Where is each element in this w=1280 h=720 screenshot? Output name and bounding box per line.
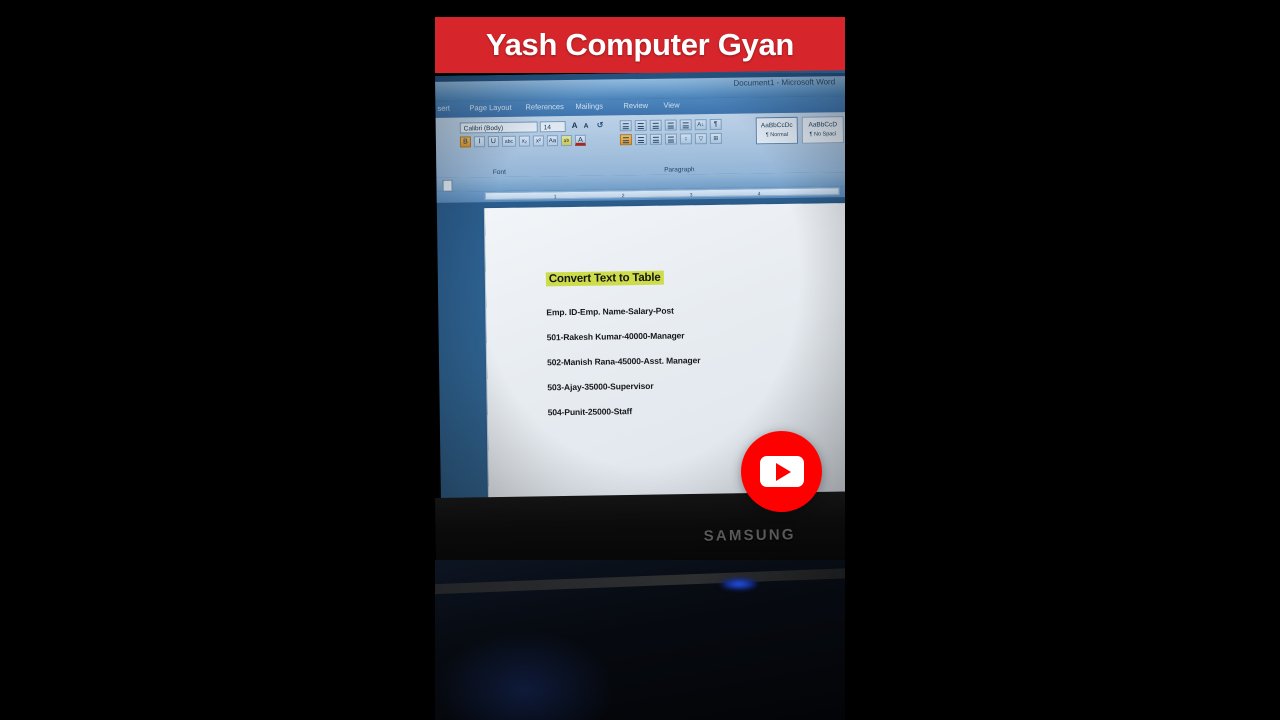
power-led-icon	[720, 578, 758, 590]
subscript-button[interactable]: x₂	[518, 135, 531, 147]
ruler-tick-3: 3	[689, 191, 693, 198]
change-case-button[interactable]: Aa	[546, 135, 559, 147]
multilevel-list-button[interactable]	[649, 119, 662, 131]
document-line-1: Emp. ID-Emp. Name-Salary-Post	[546, 305, 674, 318]
paragraph-row-bottom: ↕ ▽ ⊞	[619, 132, 722, 146]
document-line-4: 503-Ajay-35000-Supervisor	[547, 380, 654, 393]
clear-formatting-icon[interactable]: ↺	[597, 121, 604, 130]
document-icon	[442, 179, 453, 192]
document-line-5: 504-Punit-25000-Staff	[547, 406, 633, 418]
paragraph-group-label: Paragraph	[664, 166, 695, 174]
numbering-button[interactable]	[634, 119, 647, 132]
superscript-button[interactable]: x²	[532, 135, 545, 147]
shrink-font-icon[interactable]: A	[584, 123, 589, 130]
channel-banner-text: Yash Computer Gyan	[485, 27, 795, 62]
show-formatting-marks-button[interactable]: ¶	[709, 118, 722, 131]
desk-area	[435, 560, 845, 720]
document-heading: Convert Text to Table	[545, 270, 664, 287]
borders-button[interactable]: ⊞	[709, 132, 722, 145]
ruler-tick-2: 2	[621, 192, 625, 199]
channel-banner: Yash Computer Gyan	[435, 17, 845, 73]
grow-font-icon[interactable]: A	[572, 121, 578, 130]
style-no-spacing-label: ¶ No Spaci	[809, 131, 837, 138]
tab-references[interactable]: References	[525, 102, 563, 112]
tab-page-layout[interactable]: Page Layout	[469, 103, 511, 113]
play-triangle-icon	[776, 462, 791, 481]
decrease-indent-button[interactable]	[664, 119, 677, 131]
tab-insert[interactable]: sert	[437, 104, 450, 113]
sort-button[interactable]: A↓	[694, 119, 707, 131]
youtube-play-icon[interactable]	[741, 431, 822, 512]
font-group-label: Font	[492, 168, 506, 177]
align-center-button[interactable]	[634, 133, 648, 146]
vertical-video-column: Yash Computer Gyan Document1 - Microsoft…	[435, 0, 845, 720]
style-normal-preview: AaBbCcDc	[760, 121, 793, 130]
document-line-2: 501-Rakesh Kumar-40000-Manager	[546, 330, 685, 343]
font-color-button[interactable]: A	[574, 134, 587, 146]
style-no-spacing[interactable]: AaBbCcD ¶ No Spaci	[801, 116, 844, 144]
monitor-brand-label: SAMSUNG	[703, 526, 796, 545]
desk-edge	[435, 567, 845, 595]
text-highlight-button[interactable]: ab	[560, 134, 573, 147]
font-button-row: B I U abc x₂ x² Aa ab A	[459, 134, 587, 148]
paragraph-row-top: A↓ ¶	[619, 118, 722, 132]
ambient-glow	[435, 630, 615, 720]
style-normal[interactable]: AaBbCcDc ¶ Normal	[755, 116, 799, 145]
line-spacing-button[interactable]: ↕	[679, 133, 693, 145]
justify-button[interactable]	[664, 133, 678, 145]
tab-review[interactable]: Review	[623, 101, 648, 110]
align-right-button[interactable]	[649, 133, 663, 145]
strikethrough-button[interactable]: abc	[501, 135, 517, 147]
style-normal-label: ¶ Normal	[765, 131, 789, 139]
video-frame: Yash Computer Gyan Document1 - Microsoft…	[0, 0, 1280, 720]
ribbon: Calibri (Body) 14 A A ↺ B I U abc x₂ x² …	[435, 112, 845, 178]
ruler-tick-1: 1	[553, 193, 557, 200]
bold-button[interactable]: B	[459, 136, 472, 148]
underline-button[interactable]: U	[487, 135, 500, 148]
window-title: Document1 - Microsoft Word	[733, 77, 836, 88]
font-size-combobox[interactable]: 14	[539, 121, 566, 133]
font-name-combobox[interactable]: Calibri (Body)	[459, 121, 538, 134]
ruler-tick-4: 4	[757, 190, 761, 197]
increase-indent-button[interactable]	[679, 119, 692, 131]
document-line-3: 502-Manish Rana-45000-Asst. Manager	[546, 355, 701, 368]
shading-button[interactable]: ▽	[694, 133, 707, 145]
italic-button[interactable]: I	[473, 136, 486, 148]
bullets-button[interactable]	[619, 120, 632, 132]
style-no-spacing-preview: AaBbCcD	[808, 121, 838, 129]
youtube-play-inner	[759, 456, 804, 487]
tab-mailings[interactable]: Mailings	[575, 102, 603, 111]
tab-view[interactable]: View	[663, 100, 679, 109]
align-left-button[interactable]	[619, 134, 633, 146]
